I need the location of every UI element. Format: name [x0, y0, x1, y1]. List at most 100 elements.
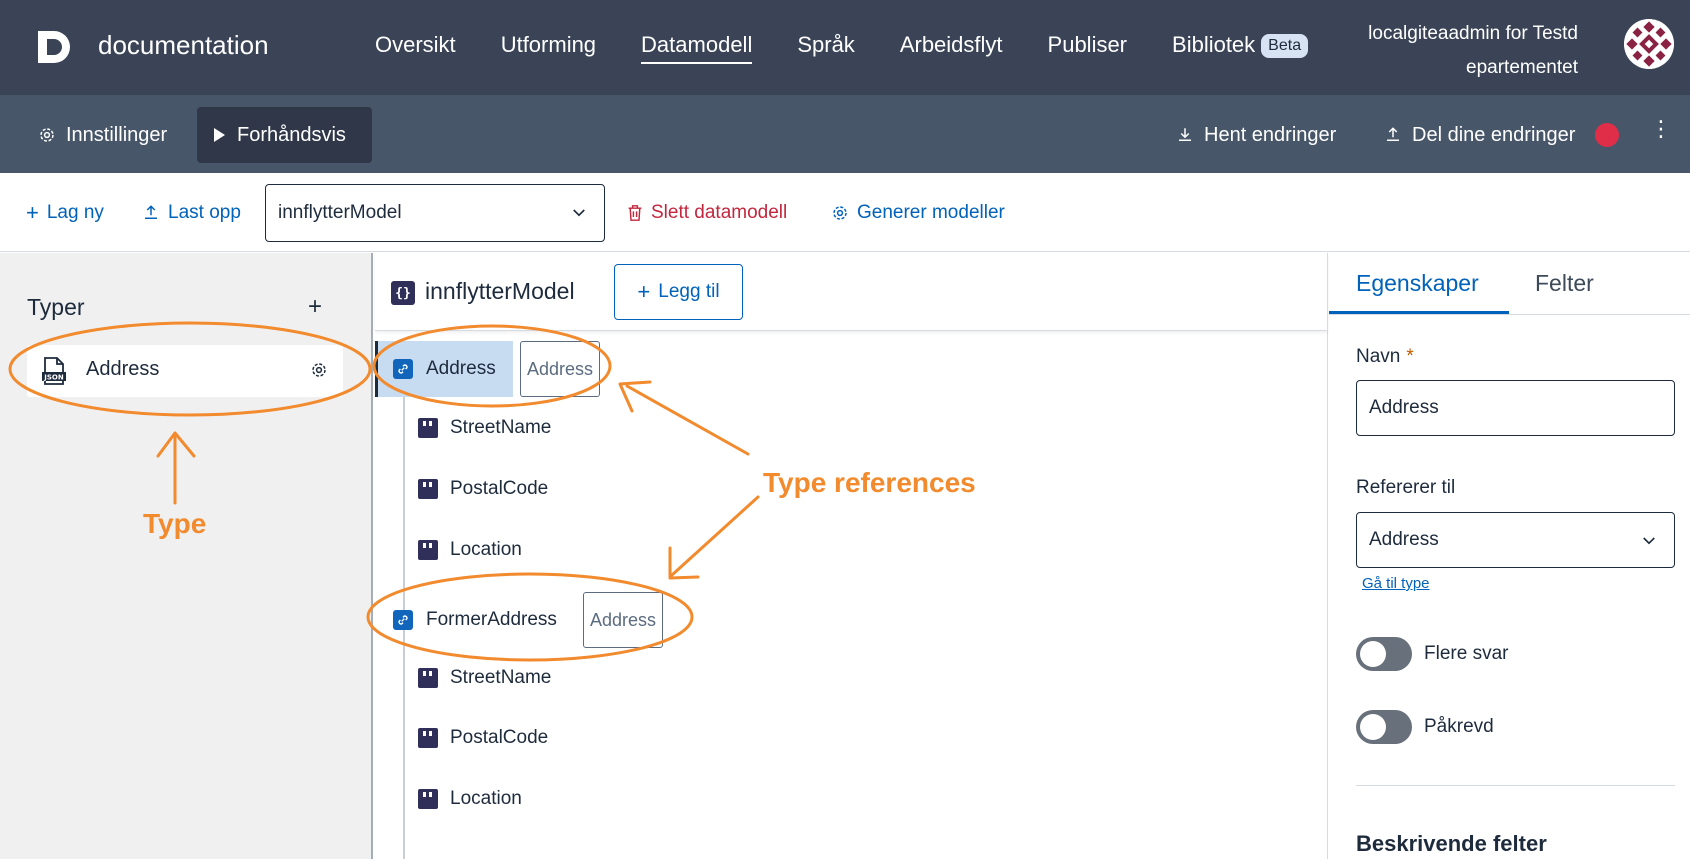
tree-node-streetname[interactable]: StreetName: [418, 413, 551, 443]
properties-panel: Egenskaper Felter Navn * Address Referere…: [1329, 253, 1690, 859]
required-marker: *: [1406, 346, 1414, 367]
add-node-label: Legg til: [658, 281, 720, 302]
json-file-icon: JSON: [42, 357, 66, 385]
upload-label: Last opp: [168, 202, 241, 223]
field-icon: [418, 668, 438, 688]
settings-button[interactable]: Innstillinger: [24, 107, 181, 163]
upload-button[interactable]: Last opp: [142, 195, 241, 231]
gear-icon: [833, 206, 847, 220]
type-reference-badge[interactable]: Address: [520, 341, 601, 397]
type-reference-badge[interactable]: Address: [583, 592, 664, 648]
preview-button[interactable]: Forhåndsvis: [197, 107, 372, 163]
tab-properties[interactable]: Egenskaper: [1356, 270, 1479, 297]
nav-datamodell[interactable]: Datamodell: [641, 32, 753, 64]
fetch-changes-button[interactable]: Hent endringer: [1162, 107, 1350, 163]
type-item-address[interactable]: JSON Address: [27, 345, 343, 397]
multiple-answers-row: Flere svar: [1356, 637, 1508, 671]
tree-node-formeraddress[interactable]: FormerAddress: [393, 592, 557, 648]
nav-bibliotek-label: Bibliotek: [1172, 32, 1256, 57]
model-tree-panel: {} innflytterModel + Legg til Address Ad…: [375, 253, 1328, 859]
gear-icon[interactable]: [310, 361, 328, 379]
main-nav: Oversikt Utforming Datamodell Språk Arbe…: [375, 32, 1353, 64]
types-panel: Typer + JSON Address: [0, 253, 373, 859]
top-header: documentation Oversikt Utforming Datamod…: [0, 0, 1690, 95]
active-tab-indicator: [1329, 311, 1509, 314]
preview-label: Forhåndsvis: [237, 123, 346, 146]
app-name[interactable]: documentation: [98, 30, 269, 61]
add-node-button[interactable]: + Legg til: [614, 264, 743, 320]
plus-icon: +: [637, 279, 651, 304]
required-toggle[interactable]: [1356, 710, 1412, 744]
add-type-button[interactable]: +: [308, 293, 322, 321]
refers-to-select[interactable]: Address: [1356, 512, 1675, 568]
settings-label: Innstillinger: [66, 123, 168, 146]
upload-icon: [1387, 127, 1399, 141]
model-tree-header: {} innflytterModel + Legg til: [375, 253, 1328, 331]
link-icon: [393, 610, 413, 630]
tree-node-label: PostalCode: [450, 727, 549, 748]
name-field-label: Navn *: [1356, 346, 1414, 368]
name-label: Navn: [1356, 346, 1401, 367]
type-item-label: Address: [86, 358, 160, 380]
link-icon: [393, 359, 413, 379]
go-to-type-link[interactable]: Gå til type: [1362, 575, 1430, 592]
tree-node-label: Location: [450, 539, 522, 560]
avatar[interactable]: [1624, 19, 1674, 69]
tree-node-label: Location: [450, 788, 522, 809]
annotation-type-references-label: Type references: [763, 467, 976, 498]
org-logo-icon: [1624, 19, 1674, 69]
logo-icon[interactable]: [34, 27, 74, 67]
tree-node-streetname[interactable]: StreetName: [418, 663, 551, 693]
tree-node-address[interactable]: Address: [375, 341, 513, 397]
play-icon: [214, 128, 225, 142]
refers-to-label: Refererer til: [1356, 477, 1456, 498]
multiple-answers-label: Flere svar: [1424, 643, 1509, 664]
nav-oversikt[interactable]: Oversikt: [375, 32, 456, 58]
upload-icon: [145, 205, 157, 219]
tab-fields[interactable]: Felter: [1535, 270, 1594, 297]
model-select-value: innflytterModel: [278, 202, 402, 223]
field-icon: [418, 789, 438, 809]
nav-sprak[interactable]: Språk: [797, 32, 854, 58]
model-select[interactable]: innflytterModel: [265, 184, 605, 242]
nav-publiser[interactable]: Publiser: [1048, 32, 1127, 58]
unsaved-changes-dot: [1595, 123, 1620, 147]
gear-icon: [40, 128, 54, 142]
multiple-answers-toggle[interactable]: [1356, 637, 1412, 671]
generate-models-label: Generer modeller: [857, 202, 1005, 223]
descriptive-fields-title: Beskrivende felter: [1356, 831, 1547, 856]
tree-node-location[interactable]: Location: [418, 535, 522, 565]
tree-node-postalcode[interactable]: PostalCode: [418, 723, 548, 753]
name-input[interactable]: Address: [1356, 380, 1675, 436]
kebab-icon[interactable]: ⋮: [1650, 118, 1672, 140]
tree-node-label: FormerAddress: [426, 609, 557, 630]
chevron-down-icon: [573, 209, 585, 217]
nav-arbeidsflyt[interactable]: Arbeidsflyt: [900, 32, 1003, 58]
user-org-label[interactable]: localgiteaadmin for Testd epartementet: [1278, 17, 1578, 85]
field-icon: [418, 540, 438, 560]
sub-header: Innstillinger Forhåndsvis Hent endringer…: [0, 95, 1690, 173]
field-icon: [418, 728, 438, 748]
nav-utforming[interactable]: Utforming: [501, 32, 596, 58]
tree-node-label: StreetName: [450, 667, 552, 688]
chevron-down-icon: [1643, 537, 1655, 545]
delete-model-label: Slett datamodell: [651, 202, 788, 223]
datamodel-toolbar: + Lag ny Last opp innflytterModel Slett …: [0, 173, 1690, 252]
generate-models-button[interactable]: Generer modeller: [831, 195, 1005, 231]
tree-node-label: StreetName: [450, 417, 552, 438]
model-title: innflytterModel: [425, 278, 575, 304]
delete-model-button[interactable]: Slett datamodell: [627, 195, 787, 231]
new-model-button[interactable]: + Lag ny: [26, 195, 104, 231]
download-icon: [1179, 128, 1191, 141]
trash-icon: [628, 205, 642, 221]
divider: [1356, 785, 1675, 786]
required-row: Påkrevd: [1356, 710, 1494, 744]
share-changes-label: Del dine endringer: [1412, 123, 1576, 146]
field-icon: [418, 418, 438, 438]
user-line-1: localgiteaadmin for Testd: [1368, 23, 1578, 44]
share-changes-button[interactable]: Del dine endringer: [1370, 107, 1633, 163]
braces-icon: {}: [391, 281, 415, 305]
svg-text:JSON: JSON: [43, 374, 64, 382]
tree-node-location[interactable]: Location: [418, 784, 522, 814]
tree-node-postalcode[interactable]: PostalCode: [418, 474, 548, 504]
